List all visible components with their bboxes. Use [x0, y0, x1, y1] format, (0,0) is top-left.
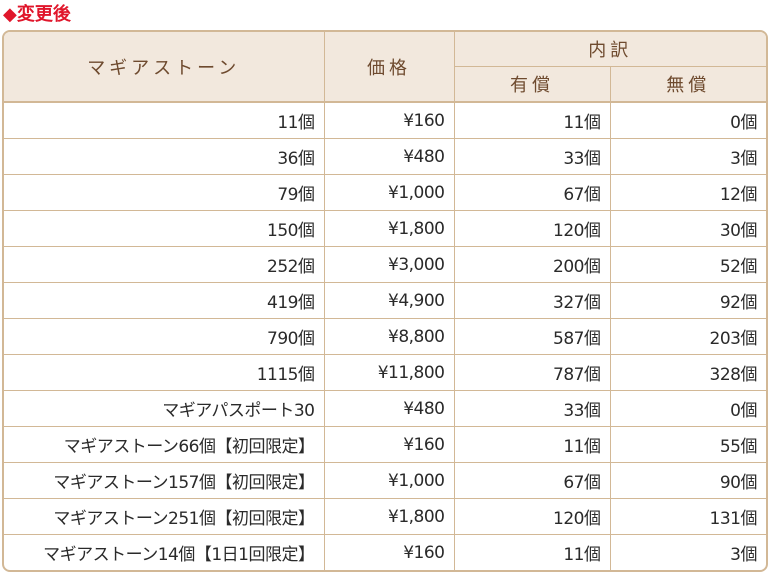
price-cell: ¥8,800	[323, 318, 455, 355]
table-row: 36個 ¥480 33個 3個	[4, 138, 766, 175]
price-cell: ¥3,000	[323, 246, 455, 283]
free-cell: 55個	[609, 426, 766, 463]
paid-cell: 33個	[453, 138, 611, 175]
paid-cell: 33個	[453, 390, 611, 427]
paid-cell: 11個	[453, 426, 611, 463]
price-cell: ¥160	[323, 101, 455, 139]
table-row: 150個 ¥1,800 120個 30個	[4, 210, 766, 247]
header-price: 価格	[323, 32, 455, 103]
price-cell: ¥1,000	[323, 462, 455, 499]
paid-cell: 11個	[453, 534, 611, 570]
table-row: 1115個 ¥11,800 787個 328個	[4, 354, 766, 391]
paid-cell: 120個	[453, 498, 611, 535]
table-row: マギアストーン251個【初回限定】 ¥1,800 120個 131個	[4, 498, 766, 535]
free-cell: 328個	[609, 354, 766, 391]
stone-cell: マギアストーン66個【初回限定】	[4, 426, 325, 463]
stone-cell: 36個	[4, 138, 325, 175]
table-row: 790個 ¥8,800 587個 203個	[4, 318, 766, 355]
paid-cell: 67個	[453, 462, 611, 499]
table-row: マギアストーン66個【初回限定】 ¥160 11個 55個	[4, 426, 766, 463]
stone-cell: マギアストーン14個【1日1回限定】	[4, 534, 325, 570]
stone-cell: 11個	[4, 101, 325, 139]
price-cell: ¥1,800	[323, 498, 455, 535]
price-cell: ¥160	[323, 426, 455, 463]
stone-cell: マギアパスポート30	[4, 390, 325, 427]
paid-cell: 11個	[453, 101, 611, 139]
free-cell: 131個	[609, 498, 766, 535]
table-row: 252個 ¥3,000 200個 52個	[4, 246, 766, 283]
header-free: 無償	[609, 66, 766, 103]
table-row: マギアストーン14個【1日1回限定】 ¥160 11個 3個	[4, 534, 766, 570]
header-paid: 有償	[454, 66, 611, 103]
stone-cell: 790個	[4, 318, 325, 355]
table-row: 11個 ¥160 11個 0個	[4, 101, 766, 139]
price-cell: ¥480	[323, 390, 455, 427]
table-row: マギアパスポート30 ¥480 33個 0個	[4, 390, 766, 427]
table-row: 79個 ¥1,000 67個 12個	[4, 174, 766, 211]
stone-cell: 419個	[4, 282, 325, 319]
free-cell: 0個	[609, 390, 766, 427]
table-header: マギアストーン 価格 内訳 有償 無償	[4, 32, 766, 103]
free-cell: 0個	[609, 101, 766, 139]
table-row: 419個 ¥4,900 327個 92個	[4, 282, 766, 319]
price-cell: ¥4,900	[323, 282, 455, 319]
header-breakdown: 内訳	[453, 32, 766, 67]
free-cell: 92個	[609, 282, 766, 319]
section-heading: ◆変更後	[3, 4, 71, 25]
free-cell: 90個	[609, 462, 766, 499]
stone-cell: 252個	[4, 246, 325, 283]
table-body: 11個 ¥160 11個 0個 36個 ¥480 33個 3個 79個 ¥1,000 67個 12個 1…	[4, 101, 766, 570]
stone-cell: マギアストーン157個【初回限定】	[4, 462, 325, 499]
price-table: マギアストーン 価格 内訳 有償 無償 11個 ¥160 11個 0個 36個 ¥480 3…	[4, 32, 766, 570]
paid-cell: 200個	[453, 246, 611, 283]
free-cell: 12個	[609, 174, 766, 211]
paid-cell: 587個	[453, 318, 611, 355]
stone-cell: 79個	[4, 174, 325, 211]
price-cell: ¥1,000	[323, 174, 455, 211]
free-cell: 3個	[609, 138, 766, 175]
free-cell: 52個	[609, 246, 766, 283]
free-cell: 30個	[609, 210, 766, 247]
stone-cell: マギアストーン251個【初回限定】	[4, 498, 325, 535]
stone-cell: 150個	[4, 210, 325, 247]
free-cell: 3個	[609, 534, 766, 570]
header-magia-stone: マギアストーン	[4, 32, 325, 103]
paid-cell: 787個	[453, 354, 611, 391]
paid-cell: 67個	[453, 174, 611, 211]
price-table-container: マギアストーン 価格 内訳 有償 無償 11個 ¥160 11個 0個 36個 ¥480 3…	[2, 30, 768, 572]
paid-cell: 120個	[453, 210, 611, 247]
paid-cell: 327個	[453, 282, 611, 319]
price-cell: ¥1,800	[323, 210, 455, 247]
price-cell: ¥11,800	[323, 354, 455, 391]
free-cell: 203個	[609, 318, 766, 355]
table-row: マギアストーン157個【初回限定】 ¥1,000 67個 90個	[4, 462, 766, 499]
price-cell: ¥480	[323, 138, 455, 175]
stone-cell: 1115個	[4, 354, 325, 391]
price-cell: ¥160	[323, 534, 455, 570]
